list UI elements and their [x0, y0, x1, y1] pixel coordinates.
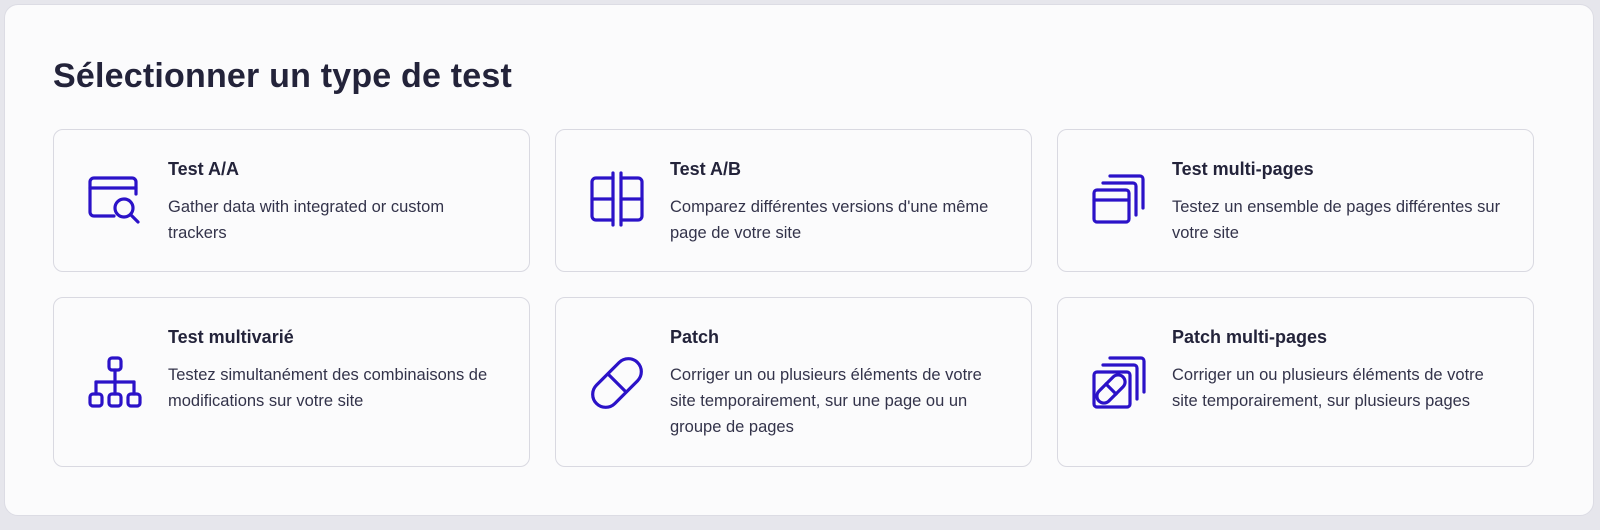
card-description: Gather data with integrated or custom tr…: [168, 198, 445, 242]
card-description: Corriger un ou plusieurs éléments de vot…: [1172, 366, 1484, 410]
card-title: Patch multi-pages: [1172, 327, 1328, 347]
card-test-ab[interactable]: Test A/B Comparez différentes versions d…: [555, 129, 1032, 272]
card-test-aa[interactable]: Test A/A Gather data with integrated or …: [53, 129, 530, 272]
stacked-bandage-icon: [1088, 352, 1150, 414]
hierarchy-tree-icon: [84, 352, 146, 414]
page-title: Sélectionner un type de test: [53, 57, 513, 95]
card-patch[interactable]: Patch Corriger un ou plusieurs éléments …: [555, 297, 1032, 467]
card-description: Corriger un ou plusieurs éléments de vot…: [670, 366, 982, 436]
test-type-grid: Test A/A Gather data with integrated or …: [53, 129, 1534, 467]
test-type-panel: Sélectionner un type de test Test A/A Ga…: [4, 4, 1594, 516]
card-patch-multi-pages[interactable]: Patch multi-pages Corriger un ou plusieu…: [1057, 297, 1534, 467]
card-description: Testez simultanément des combinaisons de…: [168, 366, 488, 410]
card-test-multi-pages[interactable]: Test multi-pages Testez un ensemble de p…: [1057, 129, 1534, 272]
bandage-icon: [586, 352, 648, 414]
search-window-icon: [84, 168, 146, 230]
card-description: Testez un ensemble de pages différentes …: [1172, 198, 1501, 242]
card-title: Test multi-pages: [1172, 159, 1314, 179]
stacked-windows-icon: [1088, 168, 1150, 230]
card-title: Test A/A: [168, 159, 240, 179]
card-title: Test multivarié: [168, 327, 294, 347]
card-title: Test A/B: [670, 159, 742, 179]
card-test-multivariate[interactable]: Test multivarié Testez simultanément des…: [53, 297, 530, 467]
split-layout-icon: [586, 168, 648, 230]
card-description: Comparez différentes versions d'une même…: [670, 198, 989, 242]
card-title: Patch: [670, 327, 720, 347]
